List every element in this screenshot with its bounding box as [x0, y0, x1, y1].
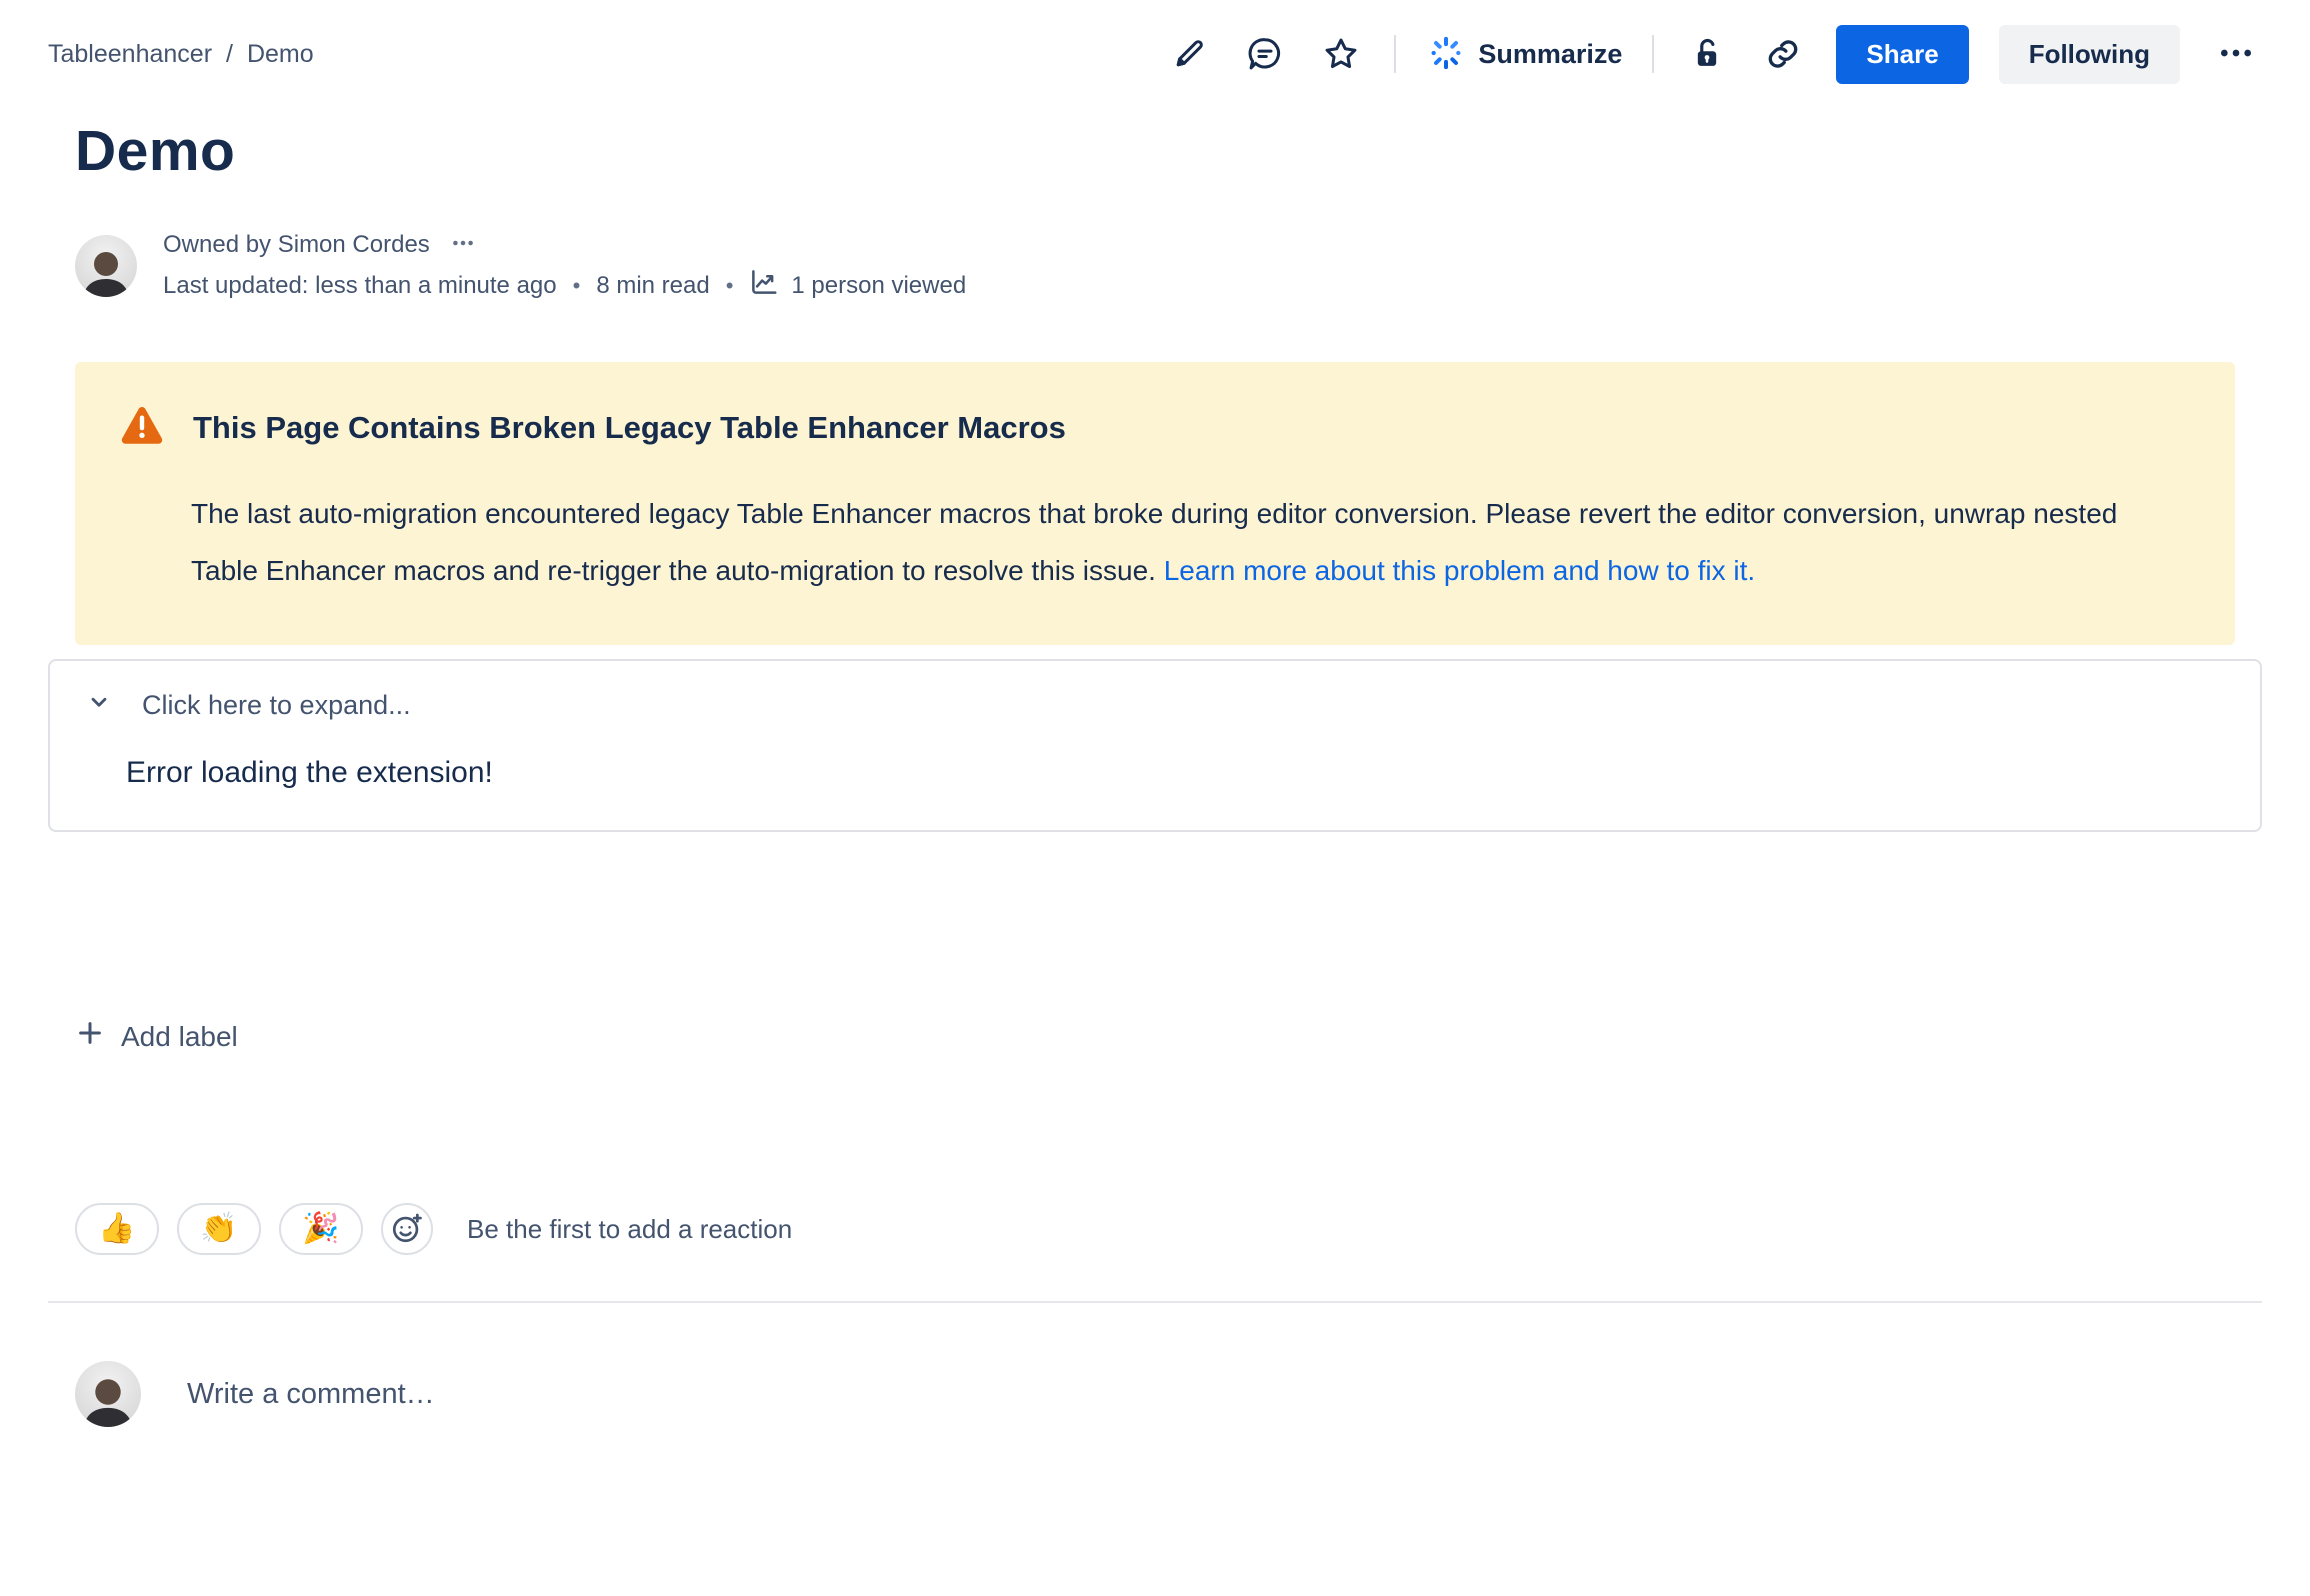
comments-button[interactable]: [1242, 31, 1288, 77]
summarize-button[interactable]: Summarize: [1426, 33, 1622, 76]
page-title: Demo: [75, 118, 2235, 184]
reaction-thumbs-up-button[interactable]: 👍: [75, 1203, 159, 1255]
breadcrumb: Tableenhancer / Demo: [48, 40, 314, 69]
reactions-bar: 👍 👏 🎉 Be the first to: [75, 1203, 2235, 1255]
comment-input-row[interactable]: Write a comment…: [75, 1361, 2235, 1427]
read-time-label: 8 min read: [596, 272, 709, 300]
expand-toggle-label: Click here to expand...: [142, 690, 411, 721]
warning-header: This Page Contains Broken Legacy Table E…: [119, 402, 2191, 453]
unlock-icon: [1688, 35, 1726, 73]
warning-learn-more-link[interactable]: Learn more about this problem and how to…: [1164, 555, 1755, 586]
restrictions-button[interactable]: [1684, 31, 1730, 77]
page: Tableenhancer / Demo: [0, 0, 2310, 1596]
last-updated-label: Last updated: less than a minute ago: [163, 272, 557, 300]
breadcrumb-separator: /: [226, 40, 233, 69]
section-divider: [48, 1301, 2262, 1303]
byline-owner-row: Owned by Simon Cordes: [163, 228, 966, 261]
views-label: 1 person viewed: [791, 272, 966, 300]
views-group[interactable]: 1 person viewed: [749, 267, 966, 304]
summarize-label: Summarize: [1478, 39, 1622, 70]
edit-button[interactable]: [1166, 31, 1212, 77]
pencil-icon: [1170, 35, 1208, 73]
share-button[interactable]: Share: [1836, 25, 1968, 84]
commenter-avatar: [75, 1361, 141, 1427]
star-icon: [1322, 35, 1360, 73]
expand-error-text: Error loading the extension!: [86, 756, 2224, 790]
warning-title: This Page Contains Broken Legacy Table E…: [193, 410, 1066, 446]
header-bar: Tableenhancer / Demo: [0, 0, 2310, 86]
warning-text: The last auto-migration encountered lega…: [191, 498, 2117, 586]
following-button[interactable]: Following: [1999, 25, 2180, 84]
breadcrumb-space-link[interactable]: Tableenhancer: [48, 40, 212, 69]
owner-label: Owned by Simon Cordes: [163, 231, 430, 259]
ai-sparkle-icon: [1426, 33, 1466, 76]
chevron-down-icon: [86, 689, 112, 722]
byline-meta-row: Last updated: less than a minute ago • 8…: [163, 267, 966, 304]
thumbs-up-emoji: 👍: [98, 1214, 135, 1244]
breadcrumb-page-link[interactable]: Demo: [247, 40, 314, 69]
warning-panel: This Page Contains Broken Legacy Table E…: [75, 362, 2235, 645]
copy-link-button[interactable]: [1760, 31, 1806, 77]
ellipsis-icon: [2216, 61, 2256, 76]
reaction-prompt: Be the first to add a reaction: [467, 1214, 792, 1245]
warning-triangle-icon: [119, 402, 165, 453]
warning-body: The last auto-migration encountered lega…: [119, 485, 2179, 599]
expand-panel: Click here to expand... Error loading th…: [48, 659, 2262, 832]
add-label-text: Add label: [121, 1021, 238, 1053]
dot-separator: •: [726, 273, 734, 299]
byline-lines: Owned by Simon Cordes Last updated: less…: [163, 228, 966, 304]
expand-toggle[interactable]: Click here to expand...: [86, 689, 411, 722]
comment-bubble-icon: [1246, 35, 1284, 73]
page-content: Demo Owned by Simon Cordes: [0, 118, 2310, 1427]
dot-separator: •: [573, 273, 581, 299]
reaction-party-button[interactable]: 🎉: [279, 1203, 363, 1255]
comment-placeholder: Write a comment…: [187, 1378, 435, 1411]
clap-emoji: 👏: [200, 1214, 237, 1244]
plus-icon: [75, 1018, 105, 1055]
owner-more-button[interactable]: [446, 228, 480, 261]
analytics-trend-icon: [749, 267, 779, 304]
add-label-button[interactable]: Add label: [75, 1018, 238, 1055]
toolbar: Summarize: [1166, 25, 2262, 84]
more-actions-button[interactable]: [2210, 27, 2262, 82]
add-reaction-button[interactable]: [381, 1203, 433, 1255]
star-button[interactable]: [1318, 31, 1364, 77]
mini-ellipsis-icon: [450, 230, 476, 259]
smiley-plus-icon: [390, 1211, 424, 1248]
reaction-clap-button[interactable]: 👏: [177, 1203, 261, 1255]
link-icon: [1764, 35, 1802, 73]
party-popper-emoji: 🎉: [302, 1214, 339, 1244]
toolbar-separator: [1394, 35, 1396, 73]
toolbar-separator: [1652, 35, 1654, 73]
byline: Owned by Simon Cordes Last updated: less…: [75, 228, 2235, 304]
owner-avatar: [75, 235, 137, 297]
